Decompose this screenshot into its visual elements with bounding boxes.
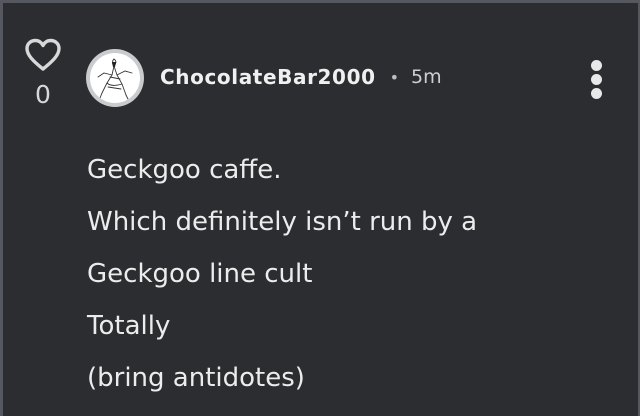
avatar[interactable] [86, 49, 144, 107]
meta-separator: • [389, 67, 400, 87]
post-body-line: (bring antidotes) [87, 363, 305, 393]
more-options-button[interactable] [584, 58, 608, 100]
post-body-line: Totally [87, 311, 171, 341]
vertical-ellipsis-icon [591, 60, 602, 71]
username-link[interactable]: ChocolateBar2000 [160, 65, 376, 89]
post-meta: ChocolateBar2000 • 5m [160, 62, 442, 92]
avatar-image [90, 53, 140, 103]
vertical-ellipsis-dot [591, 88, 602, 99]
like-count: 0 [35, 80, 51, 109]
post-body-line: Geckgoo line cult [87, 259, 313, 289]
frame-top-border [0, 0, 640, 3]
post-body-line: Geckgoo caffe. [87, 155, 282, 185]
post-body: Geckgoo caffe. Which definitely isn’t ru… [87, 144, 617, 404]
vertical-ellipsis-dot [591, 74, 602, 85]
post-body-line: Which definitely isn’t run by a [87, 207, 478, 237]
like-button[interactable] [24, 38, 62, 72]
heart-outline-icon [25, 38, 61, 71]
post-timestamp: 5m [411, 66, 442, 88]
frame-left-border [0, 0, 3, 416]
